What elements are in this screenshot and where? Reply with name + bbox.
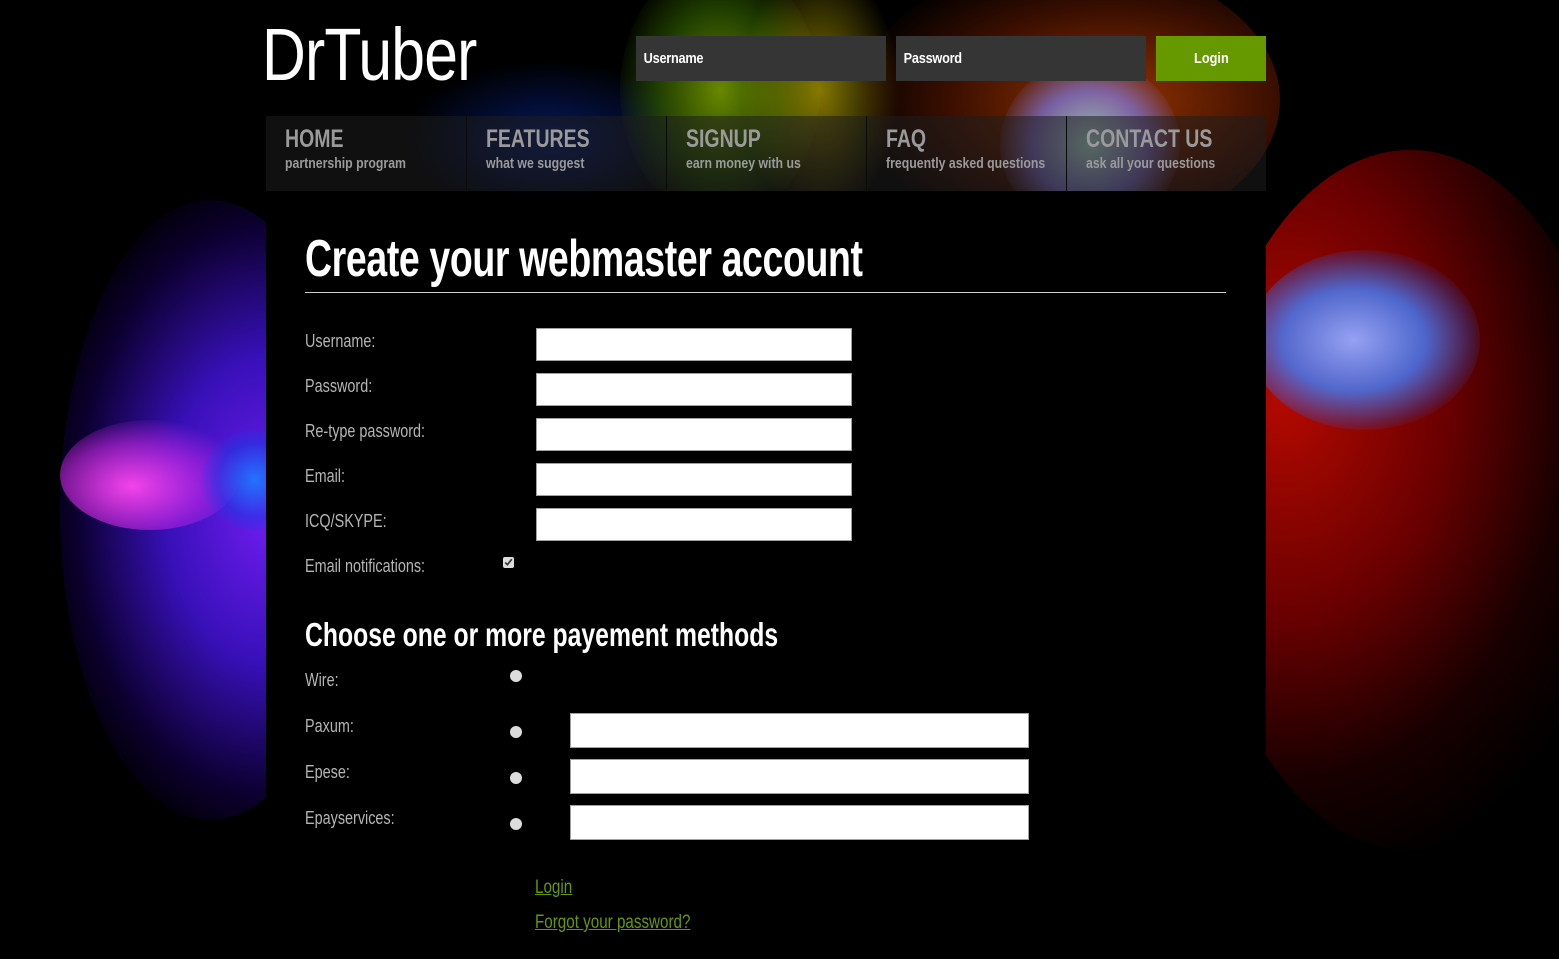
header-password-label: Password [903,50,962,67]
nav-item-subtitle: frequently asked questions [886,155,1046,172]
forgot-password-link[interactable]: Forgot your password? [535,912,690,934]
epese-input[interactable] [570,759,1029,794]
page-title: Create your webmaster account [305,230,863,288]
title-divider [305,292,1226,293]
header-username-input[interactable] [715,35,897,82]
email-label: Email: [305,466,346,486]
nav-item-faq[interactable]: FAQ frequently asked questions [866,116,1066,191]
header-login-button[interactable]: Login [1156,36,1266,81]
epayservices-input[interactable] [570,805,1029,840]
epayservices-label: Epayservices: [305,808,395,828]
paxum-input[interactable] [570,713,1029,748]
email-notifications-label: Email notifications: [305,556,426,576]
main-nav: HOME partnership program FEATURES what w… [266,116,1266,191]
login-link[interactable]: Login [535,877,572,899]
payment-section-title: Choose one or more payement methods [305,616,779,653]
paxum-radio[interactable] [510,726,522,738]
retype-password-label: Re-type password: [305,421,426,441]
wire-radio[interactable] [510,670,522,682]
icq-skype-input[interactable] [536,508,852,541]
header-username-label: Username [643,50,704,67]
username-input[interactable] [536,328,852,361]
password-label: Password: [305,376,373,396]
nav-item-features[interactable]: FEATURES what we suggest [466,116,666,191]
nav-item-subtitle: what we suggest [486,155,585,172]
header-password-box: Password [896,35,1155,82]
nav-item-home[interactable]: HOME partnership program [266,116,466,191]
wire-label: Wire: [305,670,339,690]
header-username-box: Username [636,35,897,82]
icq-skype-label: ICQ/SKYPE: [305,511,387,531]
background-blue-drop [1250,250,1480,430]
nav-item-title: SIGNUP [686,125,761,153]
header-password-input[interactable] [973,35,1155,82]
email-notifications-checkbox[interactable] [503,557,514,568]
nav-item-subtitle: partnership program [285,155,406,172]
epese-radio[interactable] [510,772,522,784]
nav-item-subtitle: earn money with us [686,155,801,172]
site-logo[interactable]: DrTuber [262,18,477,92]
header-login-label: Login [1193,50,1229,67]
nav-item-title: CONTACT US [1086,125,1213,153]
password-input[interactable] [536,373,852,406]
nav-item-subtitle: ask all your questions [1086,155,1216,172]
nav-item-title: FAQ [886,125,927,153]
nav-item-title: HOME [285,125,344,153]
nav-item-signup[interactable]: SIGNUP earn money with us [666,116,866,191]
nav-item-contact-us[interactable]: CONTACT US ask all your questions [1066,116,1266,191]
signup-panel: Create your webmaster account Username: … [266,191,1266,959]
paxum-label: Paxum: [305,716,354,736]
email-input[interactable] [536,463,852,496]
nav-item-title: FEATURES [486,125,590,153]
epayservices-radio[interactable] [510,818,522,830]
epese-label: Epese: [305,762,350,782]
retype-password-input[interactable] [536,418,852,451]
username-label: Username: [305,331,376,351]
